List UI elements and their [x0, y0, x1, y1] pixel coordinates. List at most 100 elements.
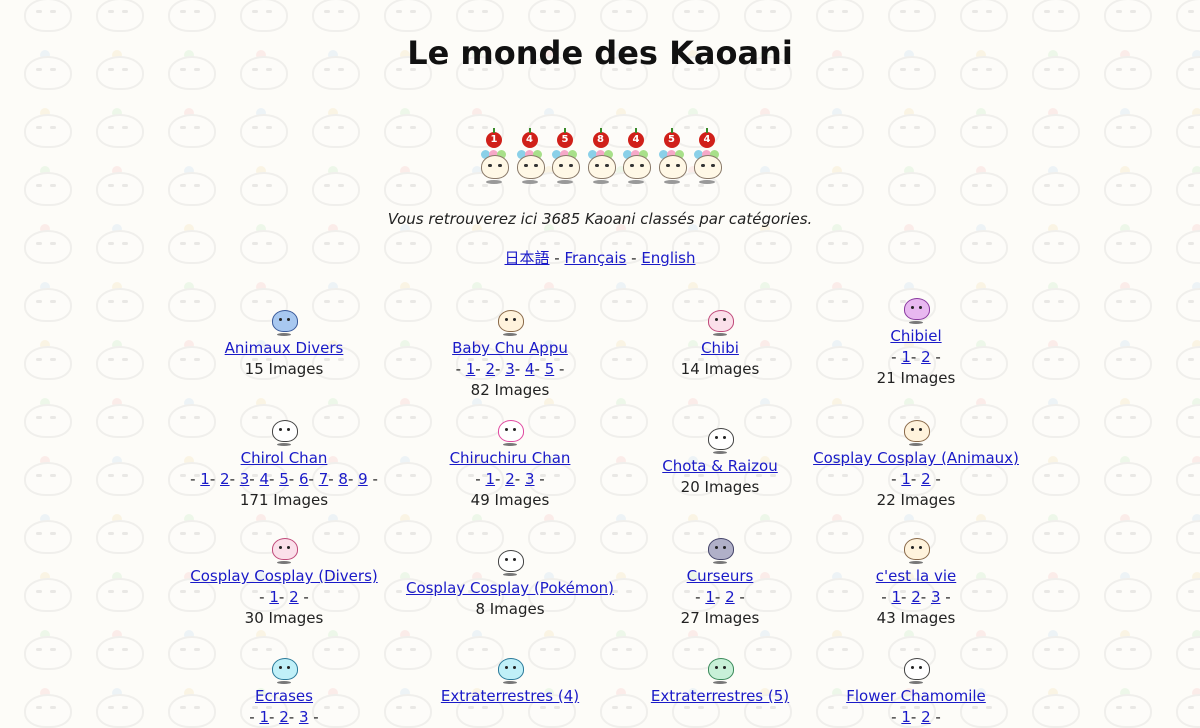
counter-digit-kaoani: 1 — [477, 128, 511, 188]
page-link[interactable]: 1 — [259, 708, 269, 726]
chirol-kaoani-icon[interactable] — [267, 414, 301, 448]
chota-kaoani-icon[interactable] — [703, 422, 737, 456]
image-count: 30 Images — [244, 609, 324, 627]
chiruchiru-kaoani-icon[interactable] — [493, 414, 527, 448]
shadow — [557, 180, 573, 184]
page-links: - 1- 2 - — [891, 470, 941, 488]
counter-digit-kaoani: 4 — [619, 128, 653, 188]
category-link[interactable]: Cosplay Cosplay (Pokémon) — [392, 578, 628, 599]
page-title: Le monde des Kaoani — [407, 34, 793, 72]
shadow — [521, 180, 538, 184]
category-link[interactable]: Chibiel — [798, 326, 1034, 347]
chibi-kaoani-icon[interactable] — [703, 304, 737, 338]
category-link[interactable]: Animaux Divers — [166, 338, 402, 359]
cursor-kaoani-icon[interactable] — [703, 532, 737, 566]
page-link[interactable]: 2 — [485, 360, 495, 378]
page-links: - 1- 2- 3- 4- 5- 6- 7- 8- 9 - — [190, 470, 378, 488]
page-links: - 1- 2 - — [259, 588, 309, 606]
counter-digit: 4 — [521, 128, 538, 148]
image-count: 15 Images — [244, 360, 324, 378]
category-link[interactable]: Flower Chamomile — [798, 686, 1034, 707]
ecrases-kaoani-icon[interactable] — [267, 652, 301, 686]
cosplay-divers-kaoani-icon[interactable] — [267, 532, 301, 566]
category-item: Cosplay Cosplay (Animaux) - 1- 2 - 22 Imag… — [798, 414, 1034, 511]
page-link[interactable]: 1 — [485, 470, 495, 488]
page-link[interactable]: 8 — [338, 470, 348, 488]
alien-kaoani-icon[interactable] — [493, 652, 527, 686]
category-item: Chirol Chan - 1- 2- 3- 4- 5- 6- 7- 8- 9 -… — [166, 414, 402, 511]
page-link[interactable]: 1 — [901, 348, 911, 366]
page-link[interactable]: 9 — [358, 470, 368, 488]
sushi-kaoani-icon[interactable] — [899, 652, 933, 686]
page-link[interactable]: 2 — [921, 470, 931, 488]
image-count: 171 Images — [239, 491, 329, 509]
page-link[interactable]: 5 — [545, 360, 555, 378]
page-link[interactable]: 2 — [725, 588, 735, 606]
lang-link-japanese[interactable]: 日本語 — [505, 249, 550, 267]
category-link[interactable]: Cosplay Cosplay (Animaux) — [798, 448, 1034, 469]
counter-digit: 1 — [486, 128, 502, 148]
image-count: 22 Images — [876, 491, 956, 509]
alien2-kaoani-icon[interactable] — [703, 652, 737, 686]
category-item: c'est la vie - 1- 2- 3 - 43 Images — [798, 532, 1034, 629]
cat-kaoani-icon[interactable] — [267, 304, 301, 338]
category-link[interactable]: c'est la vie — [798, 566, 1034, 587]
page-link[interactable]: 2 — [289, 588, 299, 606]
category-item: Animaux Divers 15 Images — [166, 304, 402, 380]
counter-digit-kaoani: 5 — [548, 128, 582, 188]
page-link[interactable]: 3 — [240, 470, 250, 488]
page-link[interactable]: 2 — [921, 348, 931, 366]
page-links: - 1- 2 - — [891, 348, 941, 366]
lang-separator: - — [631, 249, 637, 267]
page-link[interactable]: 5 — [279, 470, 289, 488]
image-count: 49 Images — [470, 491, 550, 509]
pikachu-kaoani-icon[interactable] — [493, 544, 527, 578]
page-links: - 1- 2- 3 - — [249, 708, 319, 726]
page-link[interactable]: 3 — [525, 470, 535, 488]
page-link[interactable]: 2 — [220, 470, 230, 488]
page-link[interactable]: 3 — [299, 708, 309, 726]
page-link[interactable]: 1 — [269, 588, 279, 606]
shadow — [592, 180, 609, 184]
category-item: Flower Chamomile - 1- 2 - — [798, 652, 1034, 728]
lang-separator: - — [554, 249, 560, 267]
category-item: Cosplay Cosplay (Divers) - 1- 2 - 30 Image… — [166, 532, 402, 629]
page-links: - 1- 2- 3- 4- 5 - — [455, 360, 565, 378]
category-link[interactable]: Baby Chu Appu — [392, 338, 628, 359]
page-link[interactable]: 6 — [299, 470, 309, 488]
page-link[interactable]: 2 — [279, 708, 289, 726]
page-link[interactable]: 1 — [891, 588, 901, 606]
page-link[interactable]: 1 — [466, 360, 476, 378]
category-link[interactable]: Chiruchiru Chan — [392, 448, 628, 469]
counter-digit-kaoani: 5 — [655, 128, 689, 188]
category-link[interactable]: Ecrases — [166, 686, 402, 707]
page-link[interactable]: 3 — [505, 360, 515, 378]
baby-kaoani-icon[interactable] — [493, 304, 527, 338]
page-link[interactable]: 7 — [319, 470, 329, 488]
shadow — [663, 180, 680, 184]
page-link[interactable]: 2 — [911, 588, 921, 606]
page-link[interactable]: 1 — [901, 470, 911, 488]
chibiel-kaoani-icon[interactable] — [899, 292, 933, 326]
cestlavie-kaoani-icon[interactable] — [899, 532, 933, 566]
category-link[interactable]: Chirol Chan — [166, 448, 402, 469]
page-link[interactable]: 2 — [921, 708, 931, 726]
category-item: Baby Chu Appu - 1- 2- 3- 4- 5 - 82 Images — [392, 304, 628, 401]
category-link[interactable]: Cosplay Cosplay (Divers) — [166, 566, 402, 587]
page-link[interactable]: 4 — [259, 470, 269, 488]
page-link[interactable]: 4 — [525, 360, 535, 378]
category-link[interactable]: Extraterrestres (4) — [392, 686, 628, 707]
counter-digit-kaoani: 8 — [584, 128, 618, 188]
lang-link-french[interactable]: Français — [565, 249, 627, 267]
counter-digit-kaoani: 4 — [690, 128, 724, 188]
page-link[interactable]: 1 — [705, 588, 715, 606]
page-link[interactable]: 1 — [901, 708, 911, 726]
cosplay-animal-kaoani-icon[interactable] — [899, 414, 933, 448]
page-link[interactable]: 3 — [931, 588, 941, 606]
page-link[interactable]: 1 — [200, 470, 210, 488]
counter-digit: 4 — [699, 128, 715, 148]
shadow — [699, 180, 715, 184]
page-link[interactable]: 2 — [505, 470, 515, 488]
lang-link-english[interactable]: English — [641, 249, 695, 267]
language-links: 日本語 - Français - English — [0, 247, 1200, 268]
